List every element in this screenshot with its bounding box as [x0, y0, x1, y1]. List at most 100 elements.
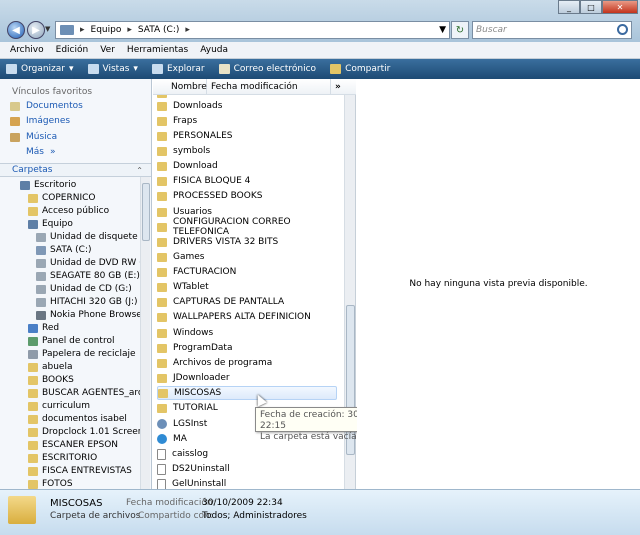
- list-item[interactable]: PERSONALES: [157, 129, 337, 143]
- tree-item[interactable]: Dropclock 1.01 Screensaver: [28, 427, 140, 437]
- tree-item[interactable]: COPERNICO: [28, 193, 96, 203]
- minimize-button[interactable]: _: [558, 0, 580, 14]
- tree-scrollbar-thumb[interactable]: [142, 183, 150, 241]
- address-box[interactable]: ▸ Equipo ▸ SATA (C:) ▸ ▼: [55, 21, 450, 39]
- list-item[interactable]: Fraps: [157, 114, 337, 128]
- tree-item[interactable]: abuela: [28, 362, 73, 372]
- tree-item[interactable]: Unidad de disquete (A:): [36, 232, 140, 242]
- list-item[interactable]: caisslog: [157, 447, 337, 461]
- tree-item[interactable]: Red: [28, 323, 59, 333]
- list-item[interactable]: GelUninstall: [157, 477, 337, 489]
- hard-drive-icon: [36, 245, 46, 255]
- back-button[interactable]: ◀: [7, 21, 25, 39]
- favorites-more-link[interactable]: Más »: [26, 147, 56, 157]
- list-item[interactable]: DS2Uninstall: [157, 462, 337, 476]
- list-item[interactable]: PROCESSED BOOKS: [157, 189, 337, 203]
- explore-button[interactable]: Explorar: [151, 64, 205, 74]
- list-item-label: WALLPAPERS ALTA DEFINICION: [173, 312, 311, 322]
- tree-item[interactable]: Panel de control: [28, 336, 114, 346]
- list-item[interactable]: ProgramData: [157, 341, 337, 355]
- favorite-imagenes[interactable]: Imágenes: [10, 116, 70, 126]
- views-button[interactable]: Vistas ▾: [87, 64, 138, 74]
- tree-item[interactable]: Unidad de CD (G:): [36, 284, 132, 294]
- tree-item[interactable]: ESCRITORIO: [28, 453, 97, 463]
- breadcrumb-equipo[interactable]: Equipo: [91, 25, 122, 35]
- folder-icon: [28, 362, 38, 372]
- tree-item[interactable]: FISCA ENTREVISTAS: [28, 466, 132, 476]
- favorite-documentos[interactable]: Documentos: [10, 101, 83, 111]
- tree-item[interactable]: Papelera de reciclaje: [28, 349, 136, 359]
- email-button[interactable]: Correo electrónico: [218, 64, 316, 74]
- menu-herramientas[interactable]: Herramientas: [127, 45, 188, 55]
- list-item[interactable]: JDownloader: [157, 371, 337, 385]
- chevron-down-icon: ▾: [69, 64, 74, 74]
- organize-button[interactable]: Organizar ▾: [6, 64, 74, 74]
- tree-item[interactable]: Acceso público: [28, 206, 109, 216]
- breadcrumb-separator-icon[interactable]: ▸: [185, 25, 190, 35]
- list-item[interactable]: WTablet: [157, 280, 337, 294]
- breadcrumb-separator-icon[interactable]: ▸: [80, 25, 85, 35]
- folder-icon: [157, 343, 167, 353]
- column-name[interactable]: Nombre: [153, 79, 207, 94]
- tree-item[interactable]: documentos isabel: [28, 414, 127, 424]
- menu-ayuda[interactable]: Ayuda: [200, 45, 228, 55]
- more-columns-icon[interactable]: »: [331, 82, 347, 92]
- close-button[interactable]: ✕: [602, 0, 638, 14]
- tree-item[interactable]: ESCANER EPSON: [28, 440, 118, 450]
- search-icon[interactable]: [617, 24, 628, 35]
- tree-item-selected[interactable]: SATA (C:): [36, 245, 92, 255]
- list-item[interactable]: CONFIGURACION CORREO TELEFONICA: [157, 217, 337, 237]
- tree-item[interactable]: Nokia Phone Browser: [36, 310, 140, 320]
- list-item[interactable]: WALLPAPERS ALTA DEFINICION: [157, 310, 337, 324]
- tree-item[interactable]: BOOKS: [28, 375, 74, 385]
- folder-icon: [158, 388, 168, 398]
- address-dropdown-icon[interactable]: ▼: [439, 25, 446, 35]
- recent-pages-dropdown[interactable]: ▼: [45, 25, 50, 33]
- tree-item[interactable]: SEAGATE 80 GB (E:): [36, 271, 140, 281]
- tree-item[interactable]: curriculum: [28, 401, 90, 411]
- menu-ver[interactable]: Ver: [100, 45, 115, 55]
- tree-item[interactable]: HITACHI 320 GB (J:): [36, 297, 138, 307]
- column-date-modified[interactable]: Fecha modificación: [207, 79, 331, 94]
- menu-edicion[interactable]: Edición: [56, 45, 89, 55]
- tree-item[interactable]: FOTOS: [28, 479, 73, 489]
- tree-item[interactable]: Unidad de DVD RW (D:): [36, 258, 140, 268]
- folder-icon: [8, 496, 36, 524]
- list-item[interactable]: Download: [157, 159, 337, 173]
- folder-icon: [157, 373, 167, 383]
- breadcrumb-sata[interactable]: SATA (C:): [138, 25, 180, 35]
- list-item[interactable]: Games: [157, 250, 337, 264]
- list-item[interactable]: symbols: [157, 144, 337, 158]
- list-item[interactable]: FACTURACION: [157, 265, 337, 279]
- list-item-hovered[interactable]: MISCOSAS: [157, 386, 337, 400]
- favorite-musica[interactable]: Música: [10, 132, 57, 142]
- desktop-icon: [20, 180, 30, 190]
- favorites-title: Vínculos favoritos: [12, 87, 93, 97]
- menu-archivo[interactable]: Archivo: [10, 45, 44, 55]
- breadcrumb-separator-icon[interactable]: ▸: [127, 25, 132, 35]
- forward-button[interactable]: ▶: [27, 21, 45, 39]
- list-item[interactable]: FISICA BLOQUE 4: [157, 174, 337, 188]
- list-item[interactable]: Downloads: [157, 99, 337, 113]
- maximize-button[interactable]: □: [580, 0, 602, 14]
- tree-label: SEAGATE 80 GB (E:): [50, 271, 140, 281]
- tree-item[interactable]: Equipo: [28, 219, 73, 229]
- search-input[interactable]: Buscar: [472, 21, 632, 39]
- text-file-icon: [157, 478, 166, 489]
- music-icon: [10, 132, 20, 142]
- list-item[interactable]: DRIVERS VISTA 32 BITS: [157, 235, 337, 249]
- folder-icon: [157, 176, 167, 186]
- list-item[interactable]: CAPTURAS DE PANTALLA: [157, 295, 337, 309]
- folders-header[interactable]: Carpetas ⌃: [0, 163, 151, 177]
- list-item[interactable]: Archivos de programa: [157, 356, 337, 370]
- refresh-button[interactable]: ↻: [451, 21, 469, 39]
- tree-label: FISCA ENTREVISTAS: [42, 466, 132, 476]
- tree-item[interactable]: Escritorio: [20, 180, 76, 190]
- tree-scrollbar[interactable]: [140, 177, 150, 489]
- tree-item[interactable]: BUSCAR AGENTES_archivo: [28, 388, 140, 398]
- folder-icon: [28, 193, 38, 203]
- share-button[interactable]: Compartir: [330, 64, 390, 74]
- list-item-label: FISICA BLOQUE 4: [173, 176, 251, 186]
- chevron-up-icon[interactable]: ⌃: [136, 166, 143, 175]
- list-item[interactable]: Windows: [157, 326, 337, 340]
